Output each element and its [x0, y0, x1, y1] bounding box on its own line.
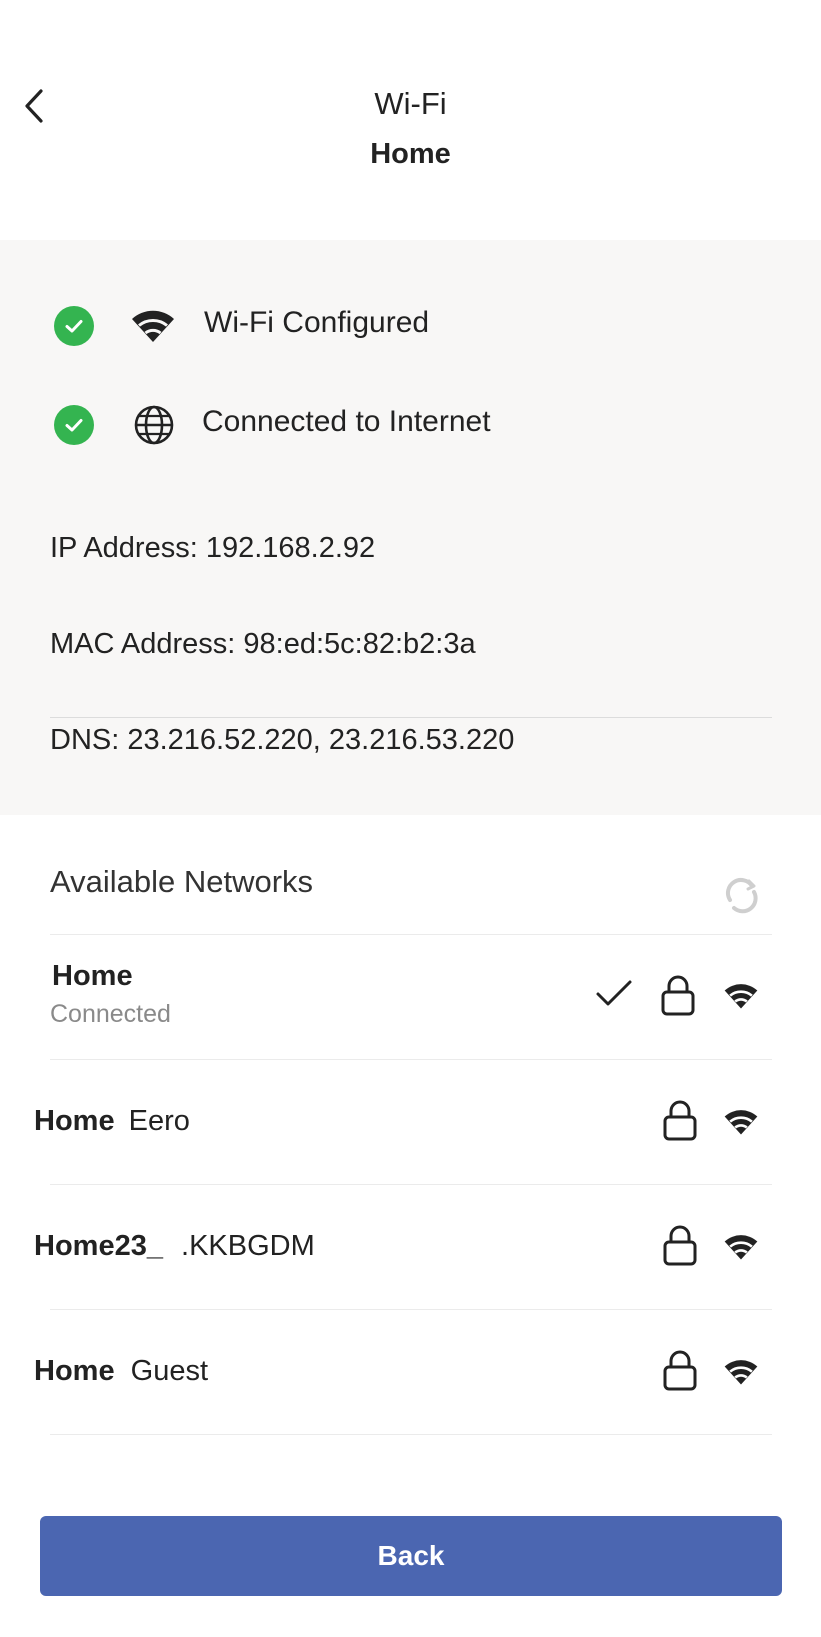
lock-icon: [662, 1348, 698, 1392]
page-title: Wi-Fi: [374, 86, 447, 121]
network-name-bold: Home: [34, 1105, 115, 1137]
globe-icon: [132, 403, 176, 447]
lock-icon: [662, 1223, 698, 1267]
network-name-bold: Home23_: [34, 1230, 163, 1262]
status-row-wifi-configured: [54, 304, 94, 348]
page-subtitle: Home: [370, 138, 451, 170]
network-row[interactable]: [0, 935, 821, 1059]
check-circle-icon: [54, 306, 94, 346]
available-networks-heading: Available Networks: [50, 864, 314, 899]
wifi-icon: [130, 306, 176, 346]
network-name-bold: Home: [52, 960, 133, 992]
status-label: Connected to Internet: [202, 405, 491, 438]
lock-icon: [660, 973, 696, 1017]
status-label: Wi-Fi Configured: [204, 306, 430, 339]
wifi-signal-icon: [722, 1356, 760, 1388]
ip-address-text: IP Address: 192.168.2.92: [50, 532, 376, 564]
network-name: Home23_ .KKBGDM: [34, 1230, 315, 1263]
wifi-signal-icon: [722, 1231, 760, 1263]
lock-icon: [662, 1098, 698, 1142]
back-button[interactable]: Back: [40, 1516, 782, 1596]
mac-address-text: MAC Address: 98:ed:5c:82:b2:3a: [50, 628, 476, 660]
app-header: Wi-Fi Home: [0, 0, 821, 240]
checkmark-icon: [594, 976, 634, 1012]
check-circle-icon: [54, 405, 94, 445]
dns-text: DNS: 23.216.52.220, 23.216.53.220: [50, 724, 515, 756]
network-name-bold: Home: [34, 1355, 115, 1387]
wifi-signal-icon: [722, 1106, 760, 1138]
status-row-internet: [54, 403, 94, 447]
network-name: Home Eero: [34, 1105, 190, 1138]
connection-status-panel: Wi-Fi Configured Connected to Internet I…: [0, 240, 821, 815]
network-name-rest: Guest: [130, 1355, 209, 1387]
network-name: Home: [52, 960, 133, 993]
divider: [50, 1434, 772, 1435]
wifi-signal-icon: [722, 980, 760, 1012]
network-name-rest: .KKBGDM: [181, 1230, 315, 1262]
refresh-icon[interactable]: [722, 876, 762, 916]
network-status: Connected: [50, 1000, 171, 1028]
divider: [50, 717, 772, 718]
network-name-rest: Eero: [128, 1105, 190, 1137]
network-name: Home Guest: [34, 1355, 208, 1388]
